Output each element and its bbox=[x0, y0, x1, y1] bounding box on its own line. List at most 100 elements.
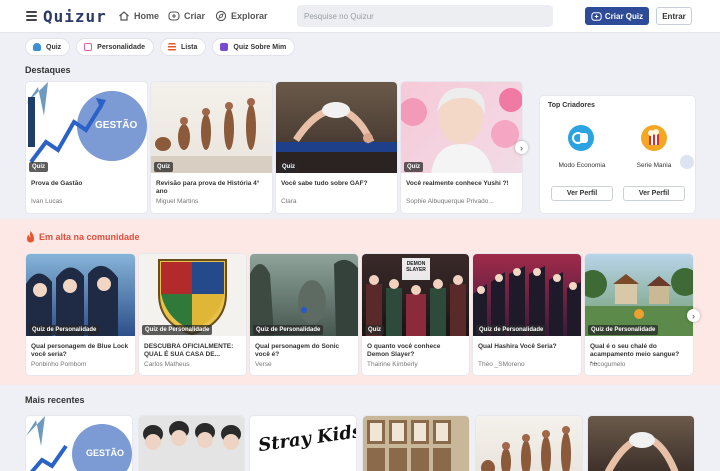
quiz-icon bbox=[33, 43, 41, 51]
card-image: DEMON SLAYER Quiz bbox=[362, 254, 469, 336]
card-image bbox=[363, 416, 469, 471]
card-title: Qual Hashira Você Seria? bbox=[478, 343, 557, 350]
view-profile-button[interactable]: Ver Perfil bbox=[551, 186, 613, 201]
card-image: GESTÃO bbox=[26, 416, 132, 471]
card-image: Quiz bbox=[401, 82, 522, 173]
recent-card[interactable] bbox=[363, 416, 469, 471]
about-me-icon bbox=[220, 43, 229, 51]
nav-home-label: Home bbox=[134, 11, 160, 21]
card-author: Clara bbox=[281, 198, 297, 205]
category-quiz[interactable]: Quiz bbox=[25, 38, 71, 56]
highlight-card[interactable]: Quiz Revisão para prova de História 4° a… bbox=[151, 82, 272, 213]
avatar[interactable] bbox=[568, 125, 594, 151]
create-icon bbox=[168, 11, 180, 21]
list-icon bbox=[168, 43, 177, 51]
category-pills: Quiz Personalidade Lista Quiz Sobre Mim bbox=[25, 38, 296, 56]
trending-next-button[interactable]: › bbox=[687, 309, 700, 322]
card-tag: Quiz de Personalidade bbox=[476, 325, 547, 335]
category-label: Quiz bbox=[46, 43, 62, 51]
recent-card[interactable]: Stray Kids bbox=[250, 416, 356, 471]
highlight-card[interactable]: Quiz Você realmente conhece Yushi ?! Sop… bbox=[401, 82, 522, 213]
trending-card[interactable]: Quiz de Personalidade Qual é o seu chalé… bbox=[585, 254, 693, 375]
highlights-title: Destaques bbox=[25, 65, 71, 75]
card-image-text: DEMON SLAYER bbox=[406, 261, 426, 273]
card-image-text: Stray Kids bbox=[257, 420, 356, 457]
top-bar: Quizur Home Criar Explorar Criar Quiz En… bbox=[0, 0, 720, 33]
recent-card[interactable] bbox=[139, 416, 244, 471]
trending-card[interactable]: DEMON SLAYER Quiz O quanto você conhece … bbox=[362, 254, 469, 375]
card-tag: Quiz bbox=[29, 162, 48, 172]
card-image: Quiz de Personalidade bbox=[139, 254, 246, 336]
card-image bbox=[139, 416, 244, 471]
card-author: Ponbinho Pombom bbox=[31, 361, 87, 368]
card-title: Você sabe tudo sobre GAF? bbox=[281, 180, 368, 187]
creator-name: Serie Mania bbox=[636, 162, 672, 169]
recent-card[interactable] bbox=[588, 416, 694, 471]
chevron-right-icon: › bbox=[520, 142, 523, 153]
search-input[interactable] bbox=[297, 5, 553, 27]
card-tag: Quiz bbox=[154, 162, 173, 172]
view-profile-button[interactable]: Ver Perfil bbox=[623, 186, 685, 201]
card-title: Qual personagem do Sonic você é? bbox=[255, 343, 340, 358]
scroll-indicator[interactable] bbox=[680, 155, 694, 169]
category-label: Personalidade bbox=[97, 43, 146, 51]
card-image: Quiz de Personalidade bbox=[250, 254, 358, 336]
card-image: Quiz de Personalidade bbox=[26, 254, 135, 336]
create-quiz-label: Criar Quiz bbox=[604, 11, 644, 21]
card-title: O quanto você conhece Demon Slayer? bbox=[367, 343, 441, 358]
card-tag: Quiz de Personalidade bbox=[253, 325, 324, 335]
create-quiz-button[interactable]: Criar Quiz bbox=[585, 7, 649, 25]
trending-card[interactable]: Quiz de Personalidade Qual Hashira Você … bbox=[473, 254, 581, 375]
trending-card[interactable]: Quiz de Personalidade DESCUBRA OFICIALME… bbox=[139, 254, 246, 375]
top-creators-title: Top Criadores bbox=[548, 102, 595, 109]
recent-title: Mais recentes bbox=[25, 395, 85, 405]
nav-home[interactable]: Home bbox=[118, 10, 159, 22]
card-title: DESCUBRA OFICIALMENTE: QUAL É SUA CASA D… bbox=[144, 343, 234, 358]
highlight-card[interactable]: Quiz Você sabe tudo sobre GAF? Clara bbox=[276, 82, 397, 213]
highlights-next-button[interactable]: › bbox=[515, 141, 528, 154]
trending-header: Em alta na comunidade bbox=[26, 231, 140, 243]
card-image: GESTÃO Quiz bbox=[26, 82, 147, 173]
card-title: Você realmente conhece Yushi ?! bbox=[406, 180, 509, 187]
nav-create-label: Criar bbox=[184, 11, 206, 21]
trending-card[interactable]: Quiz de Personalidade Qual personagem de… bbox=[26, 254, 135, 375]
card-author: Carlos Matheus bbox=[144, 361, 190, 368]
creator-name: Modo Economia bbox=[558, 162, 606, 169]
card-image: Stray Kids bbox=[250, 416, 356, 471]
card-author: Sophie Albuquerque Privado... bbox=[406, 198, 494, 205]
avatar[interactable] bbox=[641, 125, 667, 151]
trending-title: Em alta na comunidade bbox=[39, 232, 140, 242]
card-image: Quiz bbox=[151, 82, 272, 173]
trending-card[interactable]: Quiz de Personalidade Qual personagem do… bbox=[250, 254, 358, 375]
fire-icon bbox=[27, 231, 34, 243]
recent-card[interactable]: GESTÃO bbox=[26, 416, 132, 471]
card-image: Quiz de Personalidade bbox=[585, 254, 693, 336]
category-about-me[interactable]: Quiz Sobre Mim bbox=[212, 38, 296, 56]
card-tag: Quiz bbox=[404, 162, 423, 172]
login-button[interactable]: Entrar bbox=[656, 7, 692, 25]
card-image bbox=[588, 416, 694, 471]
menu-icon[interactable] bbox=[26, 11, 37, 21]
card-author: nbcogumelo bbox=[590, 361, 626, 368]
card-image: Quiz bbox=[276, 82, 397, 173]
logo[interactable]: Quizur bbox=[43, 7, 107, 26]
nav-explore[interactable]: Explorar bbox=[215, 10, 268, 22]
compass-icon bbox=[215, 10, 227, 22]
create-icon bbox=[591, 11, 602, 21]
category-label: Lista bbox=[181, 43, 198, 51]
card-tag: Quiz de Personalidade bbox=[142, 325, 213, 335]
card-tag: Quiz de Personalidade bbox=[588, 325, 659, 335]
card-title: Qual personagem de Blue Lock você seria? bbox=[31, 343, 129, 358]
card-tag: Quiz bbox=[365, 325, 384, 335]
recent-card[interactable] bbox=[476, 416, 582, 471]
category-list[interactable]: Lista bbox=[160, 38, 207, 56]
card-author: Verse bbox=[255, 361, 272, 368]
personality-icon bbox=[84, 43, 93, 51]
top-creators-panel: Top Criadores Modo Economia Ver Perfil S… bbox=[540, 96, 695, 213]
card-image: Quiz de Personalidade bbox=[473, 254, 581, 336]
highlight-card[interactable]: GESTÃO Quiz Prova de Gastão Ivan Lucas bbox=[26, 82, 147, 213]
nav-create[interactable]: Criar bbox=[168, 10, 205, 22]
card-author: Théo _SMoreno bbox=[478, 361, 525, 368]
category-personality[interactable]: Personalidade bbox=[76, 38, 155, 56]
category-label: Quiz Sobre Mim bbox=[233, 43, 287, 51]
